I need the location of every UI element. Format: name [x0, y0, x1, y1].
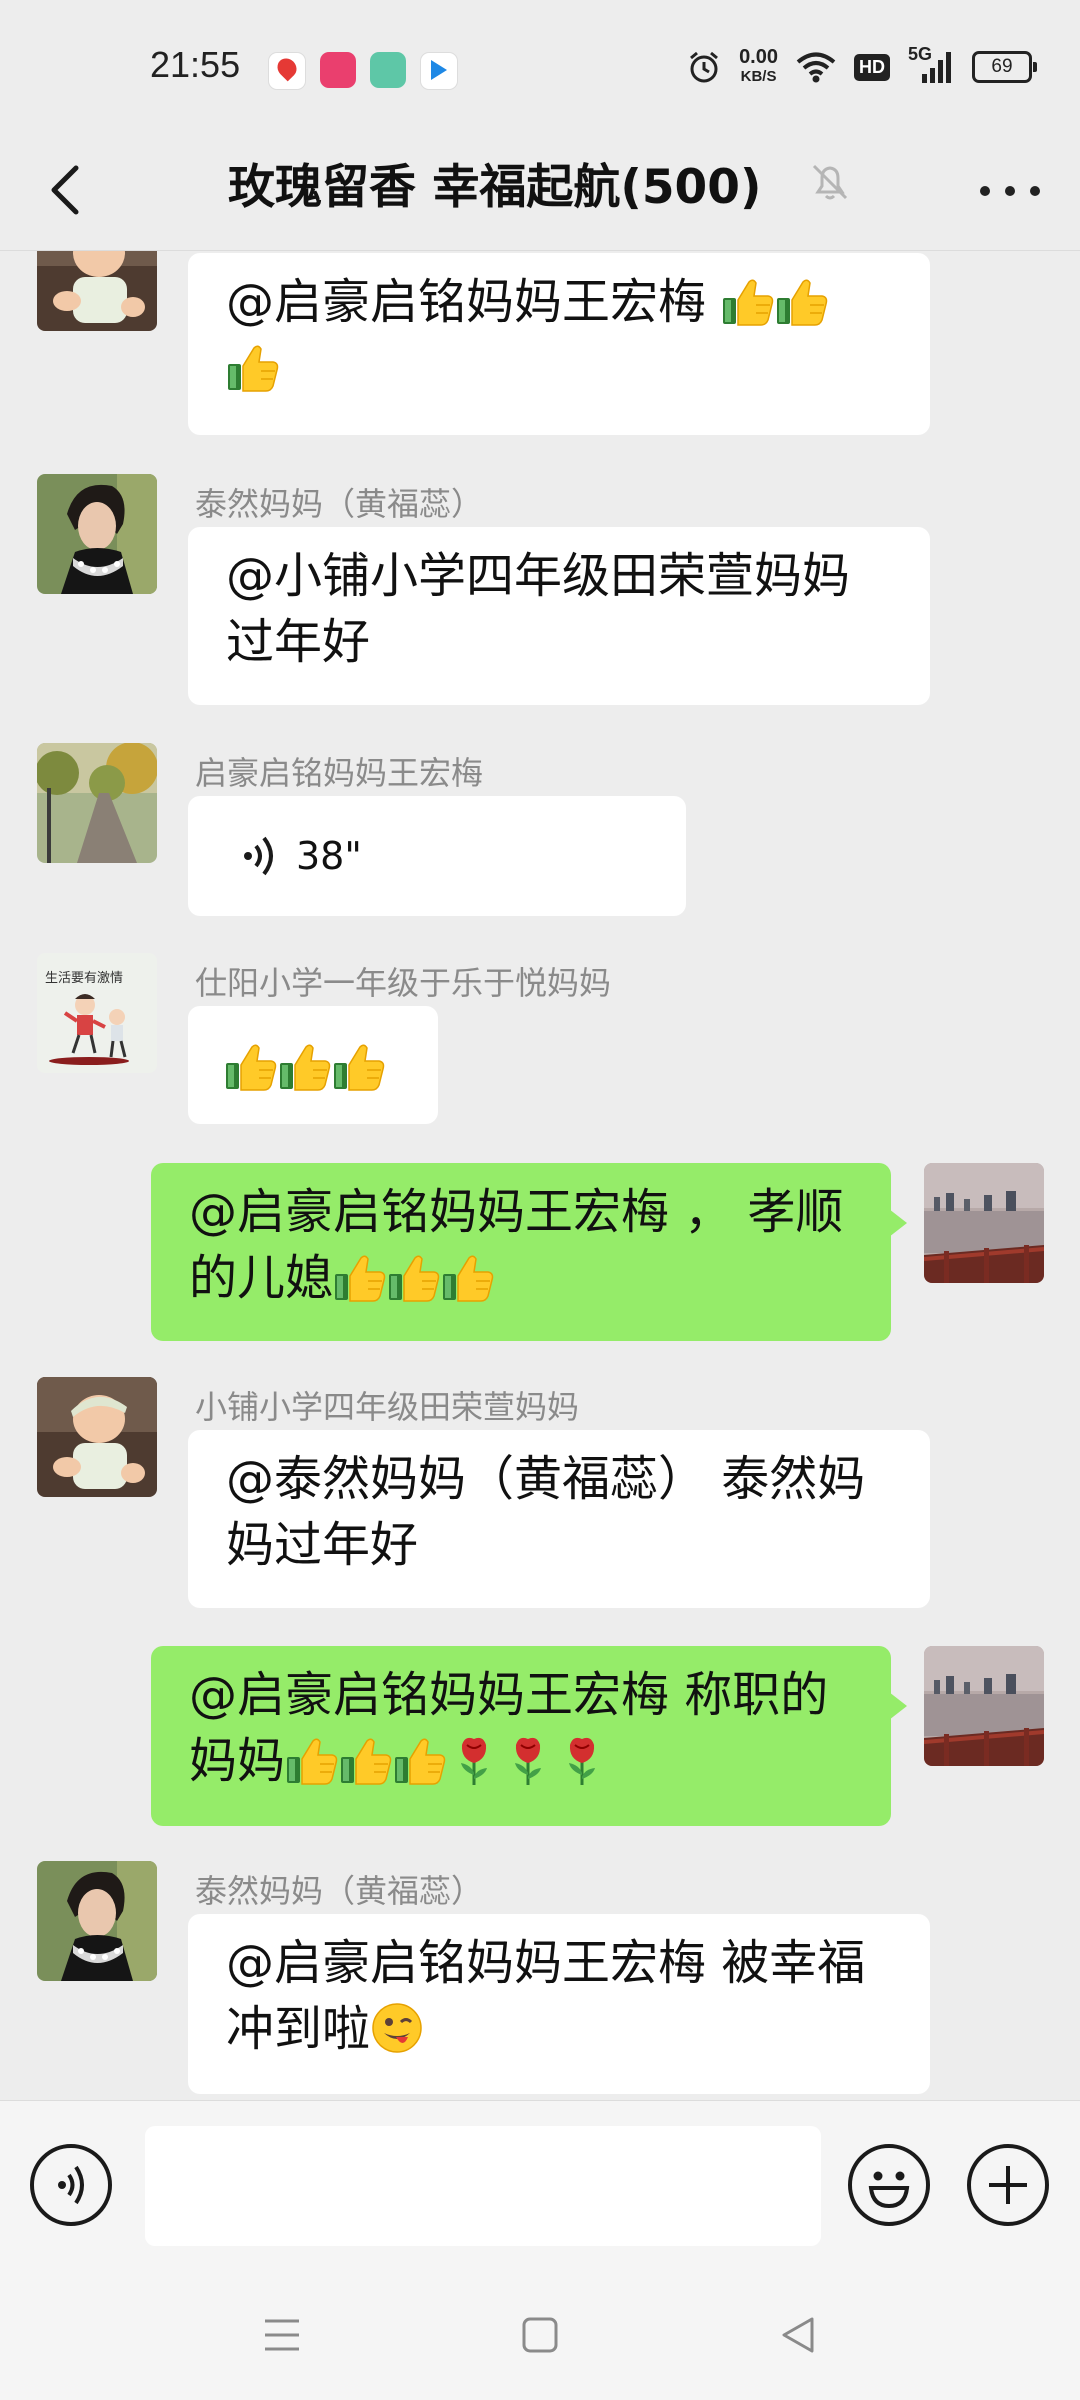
system-status: 0.00 KB/S HD 5G 69 — [687, 44, 1037, 86]
message-input[interactable] — [145, 2126, 821, 2246]
system-nav-bar — [0, 2270, 1080, 2400]
message-line: 的儿媳 — [189, 1245, 853, 1311]
avatar-baby[interactable] — [37, 1377, 157, 1497]
avatar-road[interactable] — [37, 743, 157, 863]
more-functions-button[interactable] — [967, 2144, 1049, 2226]
back-arrow-icon[interactable] — [38, 160, 98, 220]
chat-header: 玫瑰留香 幸福起航(500) — [0, 130, 1080, 251]
message-bubble[interactable] — [188, 1006, 438, 1124]
message-text: 妈妈 — [189, 1733, 286, 1789]
rose-emoji — [447, 1733, 501, 1787]
message-bubble[interactable]: @泰然妈妈（黄福蕊） 泰然妈 妈过年好 — [188, 1430, 930, 1608]
voice-message[interactable]: 38" — [188, 796, 686, 916]
my-avatar-lake[interactable] — [924, 1163, 1044, 1283]
message-text: 的儿媳 — [189, 1250, 334, 1306]
status-bar: 21:55 0.00 KB/S HD 5G 69 — [0, 0, 1080, 130]
message-line: 妈过年好 — [226, 1517, 419, 1573]
message-line: @小铺小学四年级田荣萱妈妈 — [226, 548, 851, 604]
thumbs-up-emoji — [387, 1250, 441, 1304]
sender-name: 小铺小学四年级田荣萱妈妈 — [195, 1388, 580, 1426]
message-line: @启豪启铭妈妈王宏梅 被幸福 — [226, 1935, 866, 1991]
message-text: @启豪启铭妈妈王宏梅 — [226, 274, 722, 330]
message-bubble[interactable]: @小铺小学四年级田荣萱妈妈 过年好 — [188, 527, 930, 705]
thumbs-up-emoji — [332, 1039, 386, 1093]
speed-unit: KB/S — [740, 68, 777, 85]
alarm-icon — [690, 51, 719, 83]
speed-value: 0.00 — [739, 46, 778, 68]
thumbs-up-emoji — [441, 1250, 495, 1304]
thumbs-up-emoji — [775, 274, 829, 328]
thumbs-up-emoji — [721, 274, 775, 328]
sender-name: 泰然妈妈（黄福蕊） — [195, 485, 484, 523]
cartoon-figures-icon — [49, 994, 129, 1065]
home-icon[interactable] — [520, 2315, 560, 2355]
rose-emoji — [555, 1733, 609, 1787]
rose-emoji — [501, 1733, 555, 1787]
menu-icon[interactable] — [262, 2315, 302, 2355]
thumbs-up-emoji — [226, 340, 280, 394]
sender-name: 启豪启铭妈妈王宏梅 — [195, 754, 484, 792]
map-app-icon — [268, 52, 306, 90]
message-text: 冲到啦 — [226, 2001, 371, 2057]
message-line: 过年好 — [226, 614, 371, 670]
message-bubble[interactable]: @启豪启铭妈妈王宏梅 — [188, 253, 930, 435]
outgoing-message-bubble[interactable]: @启豪启铭妈妈王宏梅 称职的 妈妈 — [151, 1646, 907, 1826]
network-speed: 0.00 KB/S — [739, 46, 778, 86]
message-line: 冲到啦 — [226, 1996, 892, 2062]
sender-name: 仕阳小学一年级于乐于悦妈妈 — [195, 964, 612, 1002]
thumbs-up-emoji — [224, 1039, 278, 1093]
avatar-woman[interactable] — [37, 1861, 157, 1981]
reader-app-icon — [370, 52, 406, 88]
avatar-woman[interactable] — [37, 474, 157, 594]
muted-bell-icon — [812, 164, 848, 200]
message-line: @泰然妈妈（黄福蕊） 泰然妈 — [226, 1451, 866, 1507]
back-icon[interactable] — [778, 2315, 818, 2355]
outgoing-message-bubble[interactable]: @启豪启铭妈妈王宏梅 ， 孝顺 的儿媳 — [151, 1163, 907, 1341]
clock: 21:55 — [150, 44, 241, 85]
emoji-button[interactable] — [848, 2144, 930, 2226]
plus-icon — [989, 2166, 1027, 2204]
thumbs-up-emoji — [333, 1250, 387, 1304]
thumbs-up-emoji — [285, 1733, 339, 1787]
input-bar — [0, 2100, 1080, 2271]
hd-badge: HD — [854, 53, 890, 81]
avatar-cartoon[interactable]: 生活要有激情 — [37, 953, 157, 1073]
red-app-icon — [320, 52, 356, 88]
message-line: @启豪启铭妈妈王宏梅 ， 孝顺 — [189, 1184, 844, 1240]
voice-duration: 38" — [296, 834, 362, 878]
signal-indicator: 5G — [908, 44, 954, 84]
page-title: 玫瑰留香 幸福起航(500) — [228, 160, 762, 215]
avatar-baby[interactable] — [37, 251, 157, 331]
sender-name: 泰然妈妈（黄福蕊） — [195, 1872, 484, 1910]
voice-wave-icon — [244, 836, 273, 876]
message-list[interactable]: @启豪启铭妈妈王宏梅 泰然妈妈（黄福蕊） @小铺小学四年级田荣萱妈妈 过年好 启… — [0, 251, 1080, 2101]
thumbs-up-emoji — [339, 1733, 393, 1787]
wifi-icon — [796, 52, 836, 83]
my-avatar-lake[interactable] — [924, 1646, 1044, 1766]
battery-icon: 69 — [972, 51, 1037, 83]
thumbs-up-emoji — [278, 1039, 332, 1093]
youku-app-icon — [420, 52, 458, 90]
wink-tongue-emoji — [370, 2001, 424, 2055]
message-bubble[interactable]: @启豪启铭妈妈王宏梅 被幸福 冲到啦 — [188, 1914, 930, 2094]
notification-icons — [268, 52, 458, 90]
thumbs-up-emoji — [393, 1733, 447, 1787]
message-line: @启豪启铭妈妈王宏梅 称职的 — [189, 1667, 829, 1723]
voice-icon — [58, 2165, 84, 2205]
message-line: 妈妈 — [189, 1728, 853, 1794]
more-options-button[interactable] — [980, 166, 1040, 216]
voice-input-button[interactable] — [30, 2144, 112, 2226]
signal-icon — [922, 52, 951, 83]
smiley-icon — [868, 2171, 910, 2209]
